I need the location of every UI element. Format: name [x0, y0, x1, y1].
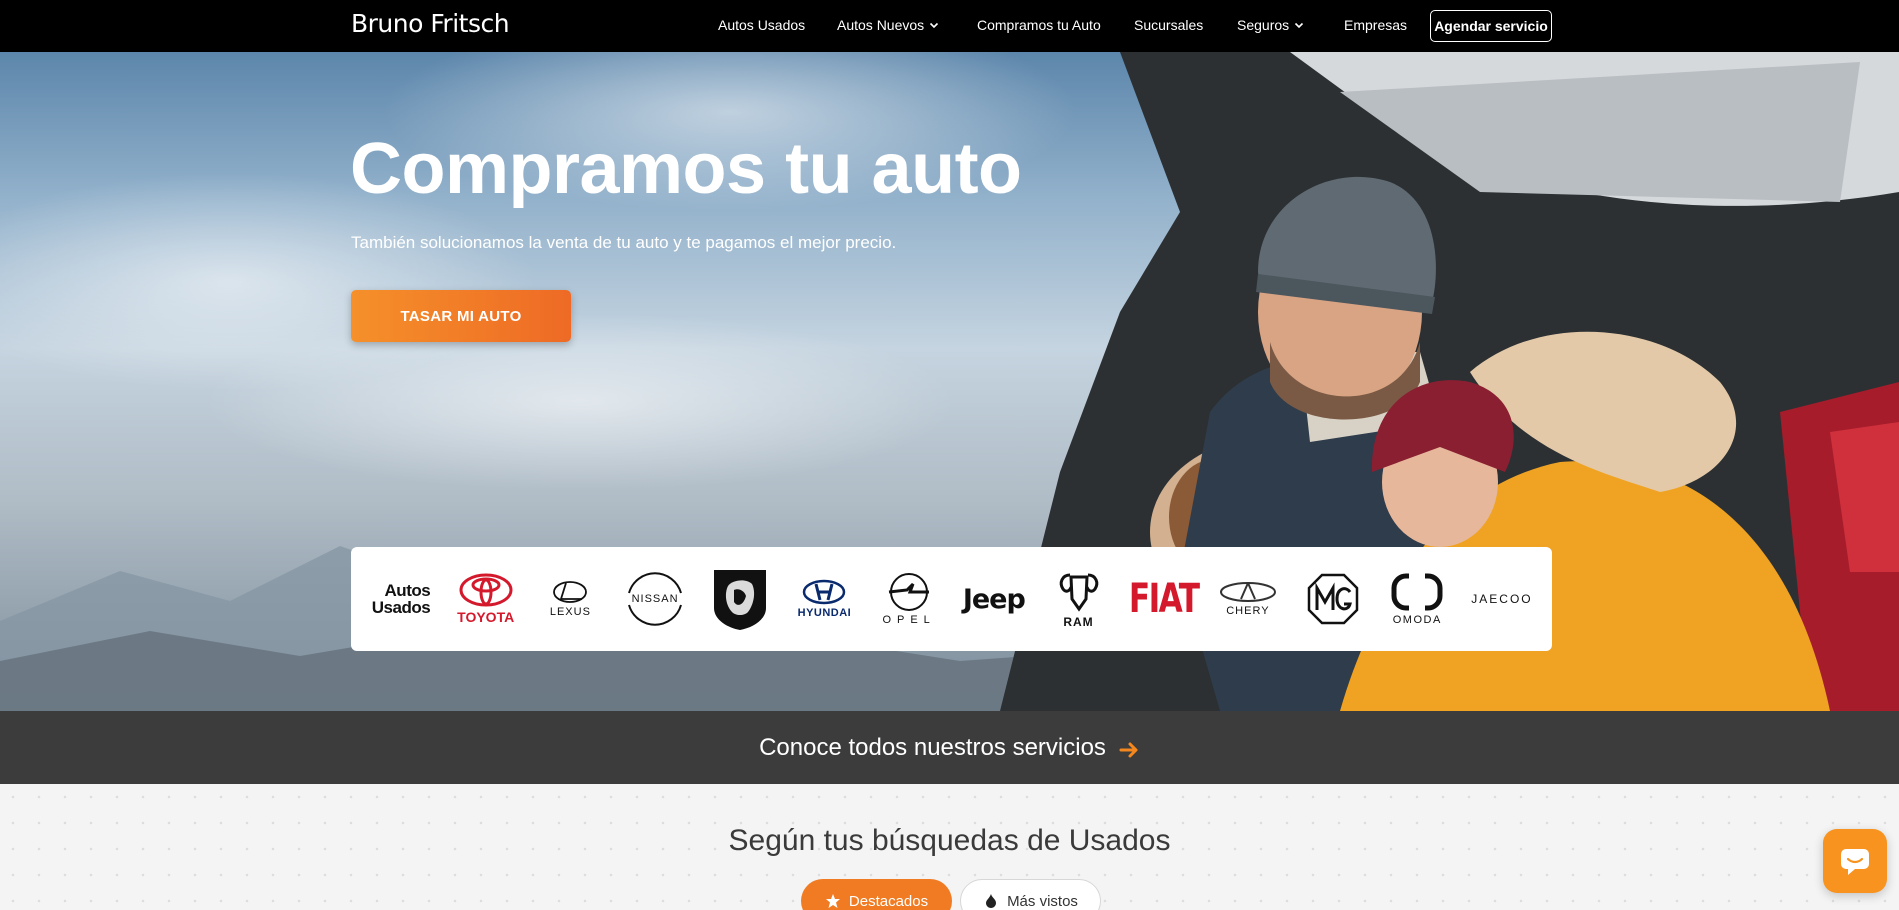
- omoda-logo-icon: [1391, 572, 1443, 612]
- tasar-mi-auto-button[interactable]: TASAR MI AUTO: [351, 290, 571, 342]
- nav-compramos-tu-auto[interactable]: Compramos tu Auto: [977, 17, 1101, 33]
- brand-chery[interactable]: CHERY: [1212, 564, 1284, 634]
- peugeot-lion-icon: [713, 570, 766, 630]
- brand-jeep-label: Jeep: [962, 583, 1026, 615]
- tab-mas-vistos-label: Más vistos: [1007, 892, 1078, 910]
- top-navbar: Bruno Fritsch Autos Usados Autos Nuevos …: [0, 0, 1899, 52]
- brand-fiat[interactable]: FIAT: [1127, 564, 1199, 634]
- nav-autos-usados-label: Autos Usados: [718, 17, 806, 33]
- chat-icon: [1841, 849, 1869, 875]
- lexus-logo-icon: [553, 581, 588, 603]
- tab-mas-vistos[interactable]: Más vistos: [960, 879, 1101, 910]
- brand-fiat-label: FIAT: [1128, 576, 1199, 622]
- hero-subtitle: También solucionamos la venta de tu auto…: [351, 233, 897, 252]
- ram-head-icon: [1059, 573, 1098, 612]
- nav-empresas-label: Empresas: [1344, 17, 1408, 33]
- chevron-down-icon: [930, 22, 939, 29]
- brand-ram-label: RAM: [1063, 615, 1094, 629]
- brand-autos-usados-line1: Autos: [384, 581, 431, 600]
- brand-jaecoo-label: JAECOO: [1471, 592, 1533, 606]
- brand-jeep[interactable]: Jeep: [958, 564, 1030, 634]
- hyundai-logo-icon: [803, 579, 846, 605]
- nav-sucursales[interactable]: Sucursales: [1134, 17, 1203, 33]
- brand-mg[interactable]: [1297, 564, 1369, 634]
- nav-seguros-label: Seguros: [1237, 17, 1290, 33]
- fire-icon: [986, 894, 997, 908]
- brand-hyundai-label: HYUNDAI: [797, 607, 852, 619]
- tab-destacados[interactable]: Destacados: [801, 879, 952, 910]
- services-link-label: Conoce todos nuestros servicios: [759, 733, 1106, 761]
- toyota-logo-icon: [459, 573, 513, 607]
- brand-autos-usados-label: Autos Usados: [371, 581, 431, 617]
- nav-empresas[interactable]: Empresas: [1344, 17, 1407, 33]
- services-link-bar[interactable]: Conoce todos nuestros servicios: [0, 711, 1899, 784]
- agendar-servicio-button[interactable]: Agendar servicio: [1430, 10, 1552, 42]
- section-title: Según tus búsquedas de Usados: [728, 824, 1171, 857]
- star-icon: [825, 894, 840, 908]
- usados-recommendations-section: Según tus búsquedas de Usados Destacados…: [0, 784, 1899, 910]
- brand-peugeot[interactable]: [704, 564, 776, 634]
- brand-jaecoo[interactable]: JAECOO: [1466, 564, 1538, 634]
- brand-toyota[interactable]: TOYOTA: [450, 564, 522, 634]
- brand-nissan-label: NISSAN: [631, 593, 679, 605]
- brand-autos-usados-line2: Usados: [371, 598, 431, 617]
- chery-logo-icon: [1219, 582, 1276, 602]
- nav-sucursales-label: Sucursales: [1134, 17, 1204, 33]
- brand-lexus-label: LEXUS: [549, 606, 591, 618]
- chevron-down-icon: [1295, 22, 1304, 29]
- brand-ram[interactable]: RAM: [1043, 564, 1115, 634]
- chat-widget-button[interactable]: [1823, 829, 1887, 893]
- brand-chery-label: CHERY: [1226, 605, 1270, 617]
- tab-destacados-label: Destacados: [848, 892, 929, 910]
- nav-seguros[interactable]: Seguros: [1237, 17, 1304, 33]
- brand-nissan[interactable]: NISSAN: [619, 564, 691, 634]
- nav-autos-nuevos-label: Autos Nuevos: [837, 17, 925, 33]
- brand-hyundai[interactable]: HYUNDAI: [788, 564, 860, 634]
- brand-toyota-label: TOYOTA: [457, 609, 515, 625]
- hero-title: Compramos tu auto: [350, 129, 1022, 209]
- nav-compramos-label: Compramos tu Auto: [977, 17, 1101, 33]
- brand-opel-label: OPEL: [882, 614, 936, 626]
- arrow-right-icon: [1119, 742, 1138, 757]
- brand-omoda[interactable]: OMODA: [1381, 564, 1453, 634]
- brand-logo[interactable]: Bruno Fritsch: [351, 9, 510, 38]
- brand-logos-strip: Autos Usados TOYOTA LEXUS NISSAN HYUNDAI…: [351, 547, 1552, 651]
- nav-autos-nuevos[interactable]: Autos Nuevos: [837, 17, 939, 33]
- opel-logo-icon: [888, 573, 930, 611]
- brand-omoda-label: OMODA: [1392, 614, 1442, 626]
- brand-autos-usados[interactable]: Autos Usados: [365, 564, 437, 634]
- mg-logo-icon: [1307, 573, 1358, 625]
- nav-autos-usados[interactable]: Autos Usados: [718, 17, 805, 33]
- brand-lexus[interactable]: LEXUS: [534, 564, 606, 634]
- brand-opel[interactable]: OPEL: [873, 564, 945, 634]
